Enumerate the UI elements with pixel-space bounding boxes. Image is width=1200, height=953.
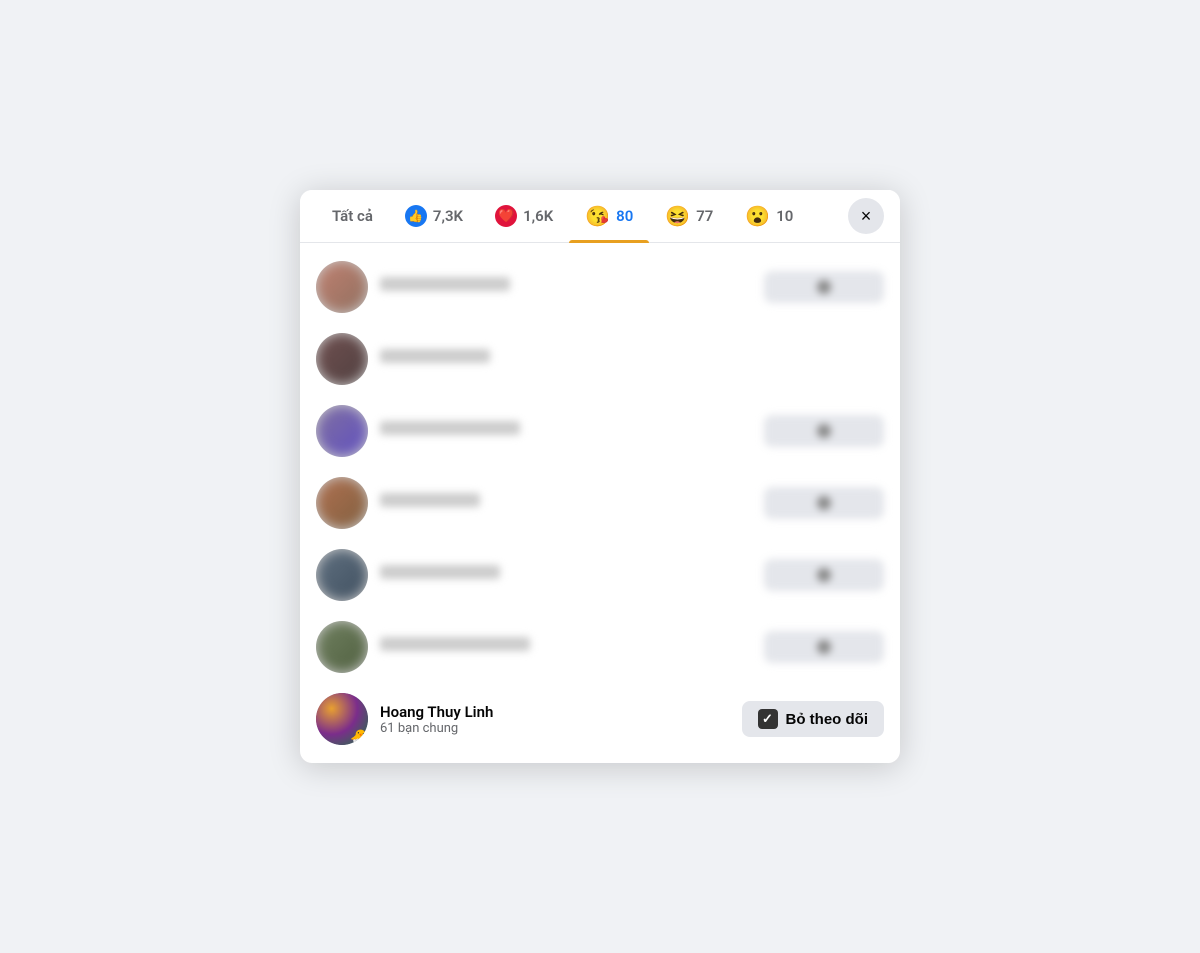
avatar xyxy=(316,261,368,313)
tabs-bar: Tất cả 👍 7,3K ❤️ 1,6K 😘 80 😆 77 😮 10 × xyxy=(300,190,900,243)
action-btn-blurred xyxy=(764,271,884,303)
btn-icon xyxy=(817,424,831,438)
close-icon: × xyxy=(861,206,872,227)
list-item xyxy=(300,467,900,539)
tab-laugh[interactable]: 😆 77 xyxy=(649,190,729,242)
list-item xyxy=(300,251,900,323)
tab-kiss-count: 80 xyxy=(616,207,633,225)
avatar xyxy=(316,477,368,529)
action-btn-blurred xyxy=(764,487,884,519)
avatar-wrap xyxy=(316,621,368,673)
user-info xyxy=(380,493,752,513)
bo-theo-doi-button[interactable]: ✓ Bỏ theo dõi xyxy=(742,701,885,737)
love-icon: ❤️ xyxy=(495,205,517,227)
avatar-wrap xyxy=(316,333,368,385)
list-item xyxy=(300,611,900,683)
reactions-modal: Tất cả 👍 7,3K ❤️ 1,6K 😘 80 😆 77 😮 10 × xyxy=(300,190,900,763)
list-item xyxy=(300,323,900,395)
tab-wow-count: 10 xyxy=(776,207,793,225)
user-name-blurred xyxy=(380,277,510,291)
featured-avatar: 🐣 xyxy=(316,693,368,745)
avatar xyxy=(316,621,368,673)
bo-theo-doi-label: Bỏ theo dõi xyxy=(786,711,869,728)
avatar-emoji-badge: 🐣 xyxy=(350,728,368,745)
featured-user-name: Hoang Thuy Linh xyxy=(380,703,730,721)
checkmark-icon: ✓ xyxy=(758,709,778,729)
featured-user-mutual: 61 bạn chung xyxy=(380,721,730,736)
like-icon: 👍 xyxy=(405,205,427,227)
tab-laugh-count: 77 xyxy=(696,207,713,225)
avatar-wrap xyxy=(316,477,368,529)
close-button[interactable]: × xyxy=(848,198,884,234)
user-info xyxy=(380,637,752,657)
btn-icon xyxy=(817,496,831,510)
user-name-blurred xyxy=(380,421,520,435)
action-btn-blurred xyxy=(764,559,884,591)
list-item xyxy=(300,539,900,611)
tab-all-label: Tất cả xyxy=(332,207,373,225)
user-name-blurred xyxy=(380,565,500,579)
action-btn-blurred xyxy=(764,415,884,447)
avatar xyxy=(316,549,368,601)
tab-like-count: 7,3K xyxy=(433,207,463,225)
btn-icon xyxy=(817,640,831,654)
featured-user-row: 🐣 Hoang Thuy Linh 61 bạn chung ✓ Bỏ theo… xyxy=(300,683,900,755)
avatar-wrap xyxy=(316,405,368,457)
laugh-emoji: 😆 xyxy=(665,204,690,228)
featured-user-info: Hoang Thuy Linh 61 bạn chung xyxy=(380,703,730,736)
user-info xyxy=(380,349,884,369)
btn-icon xyxy=(817,280,831,294)
tab-love[interactable]: ❤️ 1,6K xyxy=(479,191,569,241)
tab-kiss[interactable]: 😘 80 xyxy=(569,190,649,242)
wow-emoji: 😮 xyxy=(745,204,770,228)
user-name-blurred xyxy=(380,637,530,651)
user-info xyxy=(380,277,752,297)
tab-all[interactable]: Tất cả xyxy=(316,193,389,239)
tab-wow[interactable]: 😮 10 xyxy=(729,190,809,242)
featured-avatar-wrap: 🐣 xyxy=(316,693,368,745)
list-item xyxy=(300,395,900,467)
avatar xyxy=(316,333,368,385)
avatar-wrap xyxy=(316,549,368,601)
avatar-wrap xyxy=(316,261,368,313)
user-name-blurred xyxy=(380,493,480,507)
kiss-emoji: 😘 xyxy=(585,204,610,228)
user-list: 🐣 Hoang Thuy Linh 61 bạn chung ✓ Bỏ theo… xyxy=(300,243,900,763)
user-info xyxy=(380,565,752,585)
tab-like[interactable]: 👍 7,3K xyxy=(389,191,479,241)
tab-love-count: 1,6K xyxy=(523,207,553,225)
user-info xyxy=(380,421,752,441)
avatar xyxy=(316,405,368,457)
action-btn-blurred xyxy=(764,631,884,663)
btn-icon xyxy=(817,568,831,582)
user-name-blurred xyxy=(380,349,490,363)
